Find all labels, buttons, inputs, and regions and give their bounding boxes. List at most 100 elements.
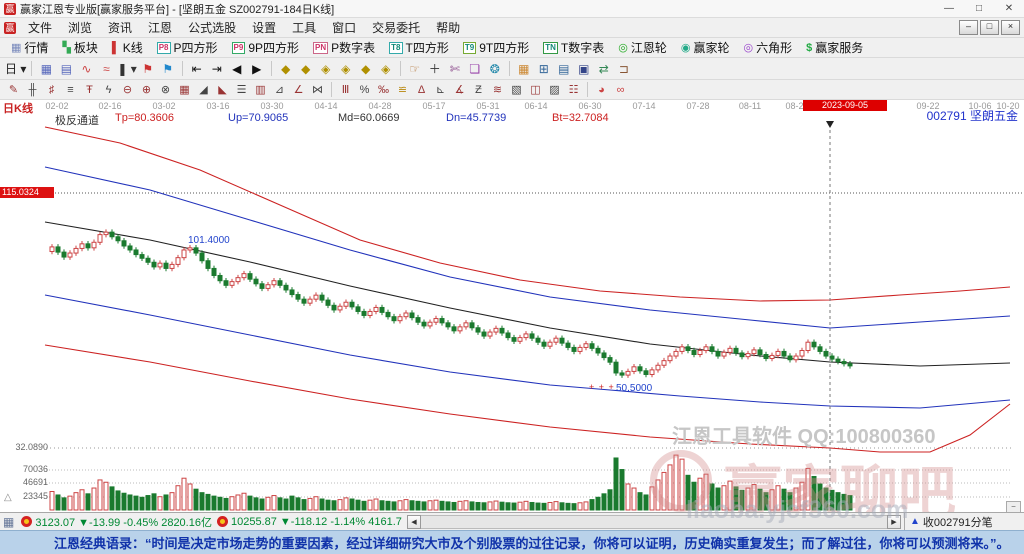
quote-grid-icon[interactable]: ▦ (3, 515, 14, 529)
tool-t-square[interactable]: T8T四方形 (382, 39, 456, 56)
hatch-box-icon[interactable]: ▨ (545, 82, 564, 98)
tick-panel-toggle[interactable]: ▲ 收002791分笔 (904, 513, 1024, 530)
pie-icon[interactable]: ◕ (592, 82, 611, 98)
gann-fan-icon[interactable]: ⊗ (156, 82, 175, 98)
tool-winner-service[interactable]: $赢家服务 (799, 39, 870, 56)
permille-icon[interactable]: ‰ (374, 82, 393, 98)
mdi-minimize-button[interactable]: – (959, 20, 978, 35)
gann-circle-icon[interactable]: ⊕ (137, 82, 156, 98)
tool-9t-square[interactable]: T99T四方形 (456, 39, 536, 56)
diamond-left-icon[interactable]: ◆ (276, 60, 296, 78)
diamond-right-icon[interactable]: ◆ (296, 60, 316, 78)
cross-lines-icon[interactable]: ⋈ (308, 82, 327, 98)
angle-up-icon[interactable]: ◢ (194, 82, 213, 98)
angle-tool-icon[interactable]: ∠ (289, 82, 308, 98)
menu-item-news[interactable]: 资讯 (100, 19, 140, 36)
zigzag-icon[interactable]: ϟ (99, 82, 118, 98)
percent-icon[interactable]: % (355, 82, 374, 98)
shanghai-index-quote[interactable]: 3123.07 ▼-13.99 -0.45% 2820.16亿 (35, 514, 212, 530)
trend-wave-icon[interactable]: ≈ (96, 60, 116, 78)
menu-item-browse[interactable]: 浏览 (60, 19, 100, 36)
hline-set-icon[interactable]: ≡ (61, 82, 80, 98)
tool-gann-wheel[interactable]: ◎江恩轮 (611, 39, 674, 56)
tool-9p-square[interactable]: P99P四方形 (225, 39, 306, 56)
next-bar-icon[interactable]: ▶ (247, 60, 267, 78)
tool-winner-wheel[interactable]: ◉赢家轮 (674, 39, 737, 56)
kline-chart-area[interactable]: 日K线 02-0202-1603-0203-1603-3004-1404-280… (0, 100, 1024, 512)
split-box-icon[interactable]: ◫ (526, 82, 545, 98)
menu-item-help[interactable]: 帮助 (428, 19, 468, 36)
shade-box-icon[interactable]: ▧ (507, 82, 526, 98)
angle-arc-icon[interactable]: ∡ (450, 82, 469, 98)
menu-item-settings[interactable]: 设置 (244, 19, 284, 36)
trend-line-icon[interactable]: ∿ (76, 60, 96, 78)
diamond-v-icon[interactable]: ◈ (336, 60, 356, 78)
calendar-icon[interactable]: ▦ (514, 60, 534, 78)
scroll-right-button[interactable]: ▶ (887, 515, 901, 529)
sync-icon[interactable]: ⇄ (594, 60, 614, 78)
ratio-icon[interactable]: Ⅲ (336, 82, 355, 98)
crosshair-icon[interactable]: ＋ (425, 60, 445, 78)
period-day-dropdown[interactable]: 日 ▾ (4, 60, 27, 78)
mdi-restore-button[interactable]: □ (980, 20, 999, 35)
tool-kline[interactable]: ▌K线 (105, 39, 150, 56)
first-bar-icon[interactable]: ⇤ (187, 60, 207, 78)
menu-item-tools[interactable]: 工具 (284, 19, 324, 36)
shenzhen-index-quote[interactable]: 10255.87 ▼-118.12 -1.14% 4161.7 (231, 516, 402, 528)
angle-dn-icon[interactable]: ◣ (213, 82, 232, 98)
tool-sectors[interactable]: ▚板块 (55, 39, 104, 56)
trigram-icon[interactable]: ☷ (564, 82, 583, 98)
infinity-icon[interactable]: ∞ (611, 82, 630, 98)
save-icon[interactable]: ▣ (574, 60, 594, 78)
speed-line-icon[interactable]: ⊾ (431, 82, 450, 98)
diamond-h-icon[interactable]: ◈ (316, 60, 336, 78)
menu-item-trade-order[interactable]: 交易委托 (364, 19, 428, 36)
scroll-left-button[interactable]: ◀ (407, 515, 421, 529)
delta-icon[interactable]: Δ (412, 82, 431, 98)
diamond-in-icon[interactable]: ◆ (356, 60, 376, 78)
gann-box-icon[interactable]: ▦ (175, 82, 194, 98)
bands-icon[interactable]: ☰ (232, 82, 251, 98)
hand-icon[interactable]: ☞ (405, 60, 425, 78)
draw-pen-icon[interactable]: ✎ (4, 82, 23, 98)
tool-p-number-table[interactable]: PNP数字表 (306, 39, 382, 56)
order-cart-icon[interactable]: ⊐ (614, 60, 634, 78)
kline-chart-canvas[interactable] (0, 100, 1024, 512)
eraser-icon[interactable]: ❏ (465, 60, 485, 78)
triangle-tool-icon[interactable]: ⊿ (270, 82, 289, 98)
diamond-out-icon[interactable]: ◈ (376, 60, 396, 78)
tool-market-quotes[interactable]: ▦行情 (4, 39, 55, 56)
candle-style-dropdown[interactable]: ❚ ▾ (116, 60, 137, 78)
mdi-close-button[interactable]: × (1001, 20, 1020, 35)
tool-t-number-table[interactable]: TNT数字表 (536, 39, 611, 56)
wheel-small-icon[interactable]: ❂ (485, 60, 505, 78)
circle-minus-icon[interactable]: ⊖ (118, 82, 137, 98)
scroll-track[interactable] (421, 515, 887, 529)
tool-hexagon[interactable]: ◎六角形 (736, 39, 799, 56)
minimize-button[interactable]: — (934, 3, 964, 14)
mini-collapse-button[interactable]: − (1006, 501, 1021, 512)
horizontal-scrollbar[interactable]: ◀ ▶ (407, 515, 901, 529)
maximize-button[interactable]: □ (964, 3, 994, 14)
flag-red-icon[interactable]: ⚑ (138, 60, 158, 78)
shanghai-index-icon[interactable] (21, 516, 32, 527)
golden-section-icon[interactable]: ≌ (393, 82, 412, 98)
prev-bar-icon[interactable]: ◀ (227, 60, 247, 78)
window-layout-icon[interactable]: ▦ (36, 60, 56, 78)
close-button[interactable]: ✕ (994, 3, 1024, 14)
t-tool-icon[interactable]: Ŧ (80, 82, 99, 98)
cut-icon[interactable]: ✄ (445, 60, 465, 78)
last-bar-icon[interactable]: ⇥ (207, 60, 227, 78)
box-grid-icon[interactable]: ▥ (251, 82, 270, 98)
notes-icon[interactable]: ▤ (554, 60, 574, 78)
info-panel-icon[interactable]: ▤ (56, 60, 76, 78)
wave-ruler-icon[interactable]: ≋ (488, 82, 507, 98)
grid-lines-icon[interactable]: ╫ (23, 82, 42, 98)
z-line-icon[interactable]: Ƶ (469, 82, 488, 98)
menu-item-gann[interactable]: 江恩 (140, 19, 180, 36)
tool-p-square[interactable]: P8P四方形 (150, 39, 225, 56)
shenzhen-index-icon[interactable] (217, 516, 228, 527)
calculator-icon[interactable]: ⊞ (534, 60, 554, 78)
flag-color-icon[interactable]: ⚑ (158, 60, 178, 78)
menu-item-formula-select[interactable]: 公式选股 (180, 19, 244, 36)
